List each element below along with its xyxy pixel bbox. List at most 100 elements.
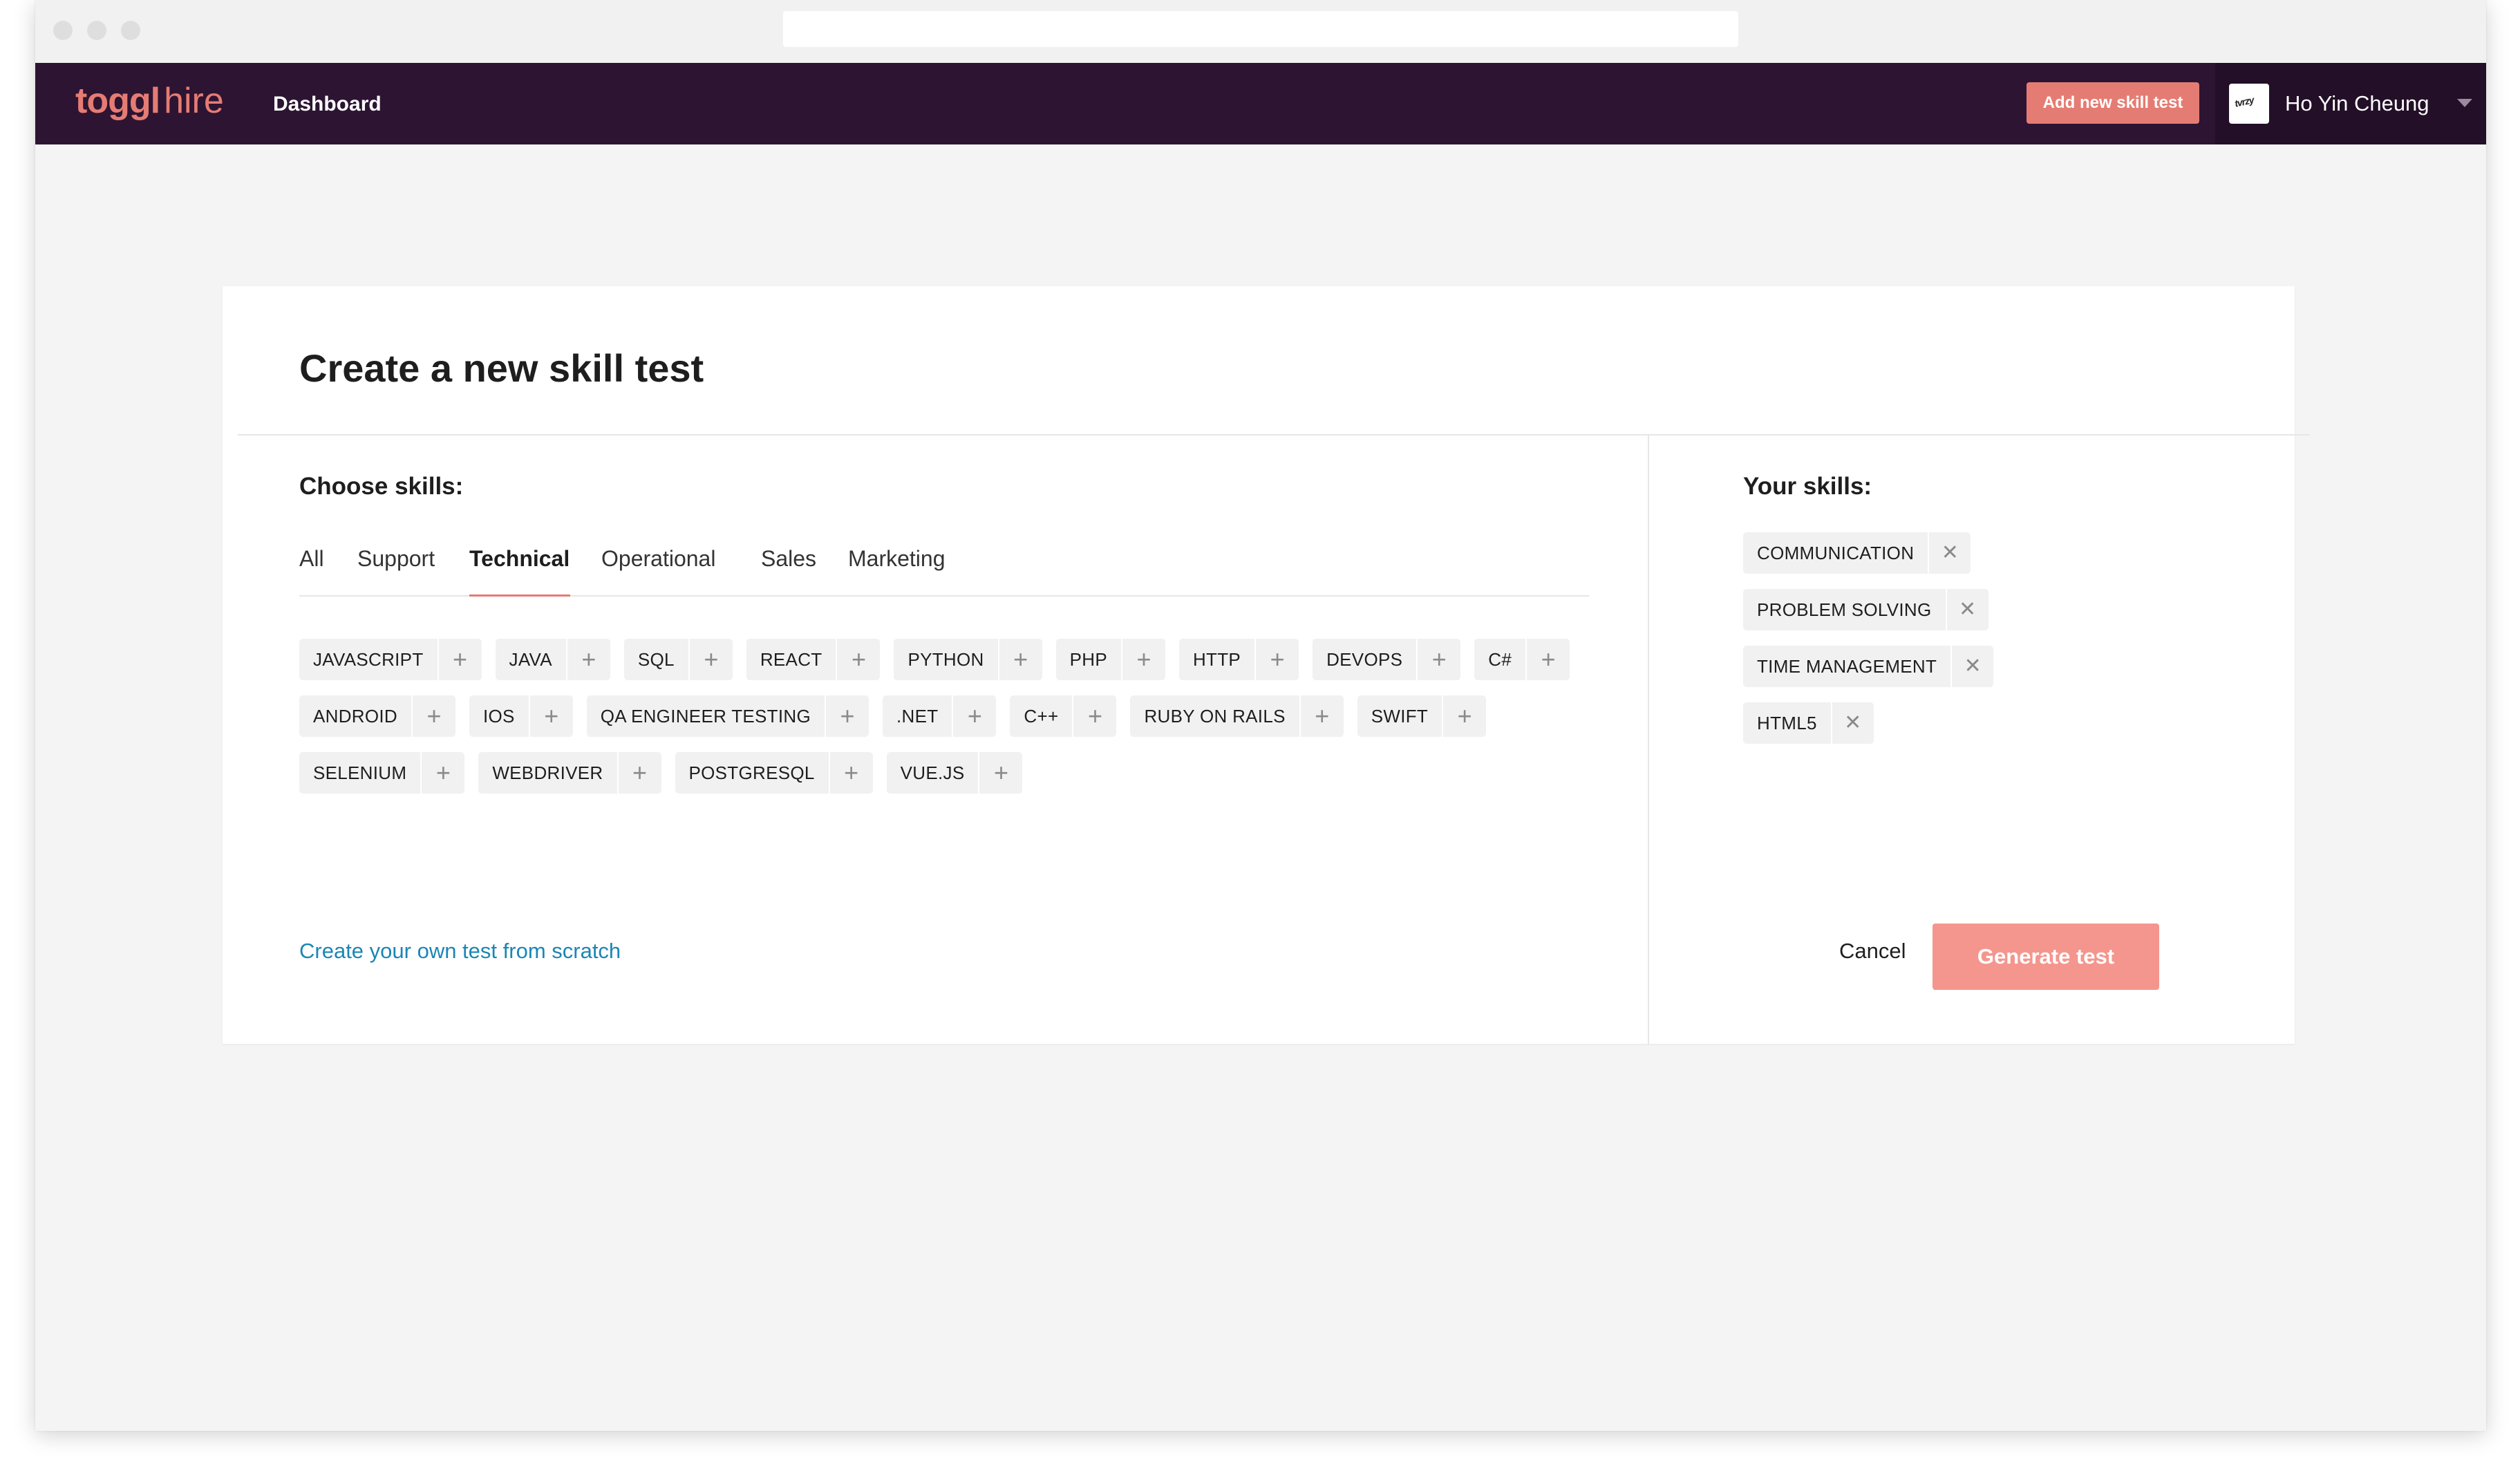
skill-label: SQL (637, 649, 675, 670)
plus-icon[interactable]: + (437, 639, 482, 680)
user-name: Ho Yin Cheung (2285, 91, 2429, 115)
plus-icon[interactable]: + (528, 695, 573, 737)
skill-chip: JAVA + (495, 639, 610, 680)
skill-chip: QA ENGINEER TESTING + (586, 695, 869, 737)
plus-icon[interactable]: + (828, 752, 873, 794)
skill-chip: WEBDRIVER + (478, 752, 661, 794)
plus-icon[interactable]: + (565, 639, 610, 680)
user-menu[interactable]: tvrzy Ho Yin Cheung (2215, 63, 2486, 144)
plus-icon[interactable]: + (1120, 639, 1165, 680)
column-divider (1648, 435, 1649, 1044)
window-minimize-dot[interactable] (87, 21, 106, 40)
tab-marketing[interactable]: Marketing (848, 538, 946, 579)
close-icon[interactable]: ✕ (1928, 532, 1971, 574)
tab-sales[interactable]: Sales (761, 538, 816, 579)
plus-icon[interactable]: + (688, 639, 733, 680)
plus-icon[interactable]: + (1442, 695, 1486, 737)
plus-icon[interactable]: + (1254, 639, 1299, 680)
chevron-down-icon[interactable] (2457, 99, 2472, 107)
skills-row-3: SELENIUM + WEBDRIVER + POSTGRESQL + VUE.JS + (299, 752, 1036, 794)
skill-chip: VUE.JS + (886, 752, 1023, 794)
active-tab-indicator (469, 594, 570, 597)
logo-primary-text: toggl (75, 81, 160, 121)
plus-icon[interactable]: + (978, 752, 1022, 794)
skill-label: DEVOPS (1326, 649, 1403, 670)
selected-skill-chip: HTML5 ✕ (1743, 702, 1874, 744)
skill-label: PROBLEM SOLVING (1757, 599, 1932, 620)
skill-chip: C# + (1474, 639, 1570, 680)
plus-icon[interactable]: + (997, 639, 1042, 680)
selected-skill-chip: PROBLEM SOLVING ✕ (1743, 589, 1988, 630)
selected-skill-chip: COMMUNICATION ✕ (1743, 532, 1971, 574)
skill-chip: POSTGRESQL + (675, 752, 873, 794)
skill-label: HTTP (1192, 649, 1241, 670)
skill-label: VUE.JS (900, 762, 965, 783)
page-title: Create a new skill test (299, 346, 704, 390)
nav-dashboard[interactable]: Dashboard (273, 91, 382, 118)
skill-label: HTML5 (1757, 713, 1817, 733)
create-from-scratch-link[interactable]: Create your own test from scratch (299, 936, 621, 966)
plus-icon[interactable]: + (1525, 639, 1570, 680)
skill-label: C# (1488, 649, 1512, 670)
browser-chrome (35, 0, 2486, 63)
skill-label: REACT (760, 649, 822, 670)
plus-icon[interactable]: + (1299, 695, 1344, 737)
skill-label: .NET (896, 706, 939, 727)
tab-operational[interactable]: Operational (601, 538, 715, 579)
window-close-dot[interactable] (53, 21, 73, 40)
close-icon[interactable]: ✕ (1830, 702, 1874, 744)
generate-test-button[interactable]: Generate test (1933, 924, 2159, 990)
plus-icon[interactable]: + (617, 752, 661, 794)
skill-label: RUBY ON RAILS (1144, 706, 1286, 727)
skill-label: C++ (1024, 706, 1059, 727)
skills-row-1: JAVASCRIPT + JAVA + SQL + REACT + PYTHON + PHP + HTT… (299, 639, 1583, 680)
skill-label: POSTGRESQL (688, 762, 815, 783)
header-divider (238, 434, 2310, 435)
create-skill-test-card: Create a new skill test Choose skills: A… (223, 286, 2310, 1044)
skill-chip: C++ + (1010, 695, 1117, 737)
skill-chip: RUBY ON RAILS + (1130, 695, 1344, 737)
tab-technical[interactable]: Technical (469, 538, 570, 579)
plus-icon[interactable]: + (836, 639, 880, 680)
add-new-skill-test-button[interactable]: Add new skill test (2027, 82, 2199, 124)
plus-icon[interactable]: + (952, 695, 996, 737)
skill-chip: PHP + (1055, 639, 1165, 680)
browser-window: toggl hire Dashboard Add new skill test t… (35, 0, 2486, 1431)
tab-all[interactable]: All (299, 538, 324, 579)
selected-skills-list: COMMUNICATION ✕ PROBLEM SOLVING ✕ TIME MANAG… (1743, 532, 2007, 759)
skill-chip: SWIFT + (1357, 695, 1487, 737)
skill-category-tabs: All Support Technical Operational Sales … (299, 538, 1589, 593)
your-skills-label: Your skills: (1743, 473, 1872, 500)
skill-label: TIME MANAGEMENT (1757, 656, 1937, 677)
plus-icon[interactable]: + (824, 695, 869, 737)
close-icon[interactable]: ✕ (1950, 646, 1993, 687)
skill-chip: HTTP + (1178, 639, 1299, 680)
avatar: tvrzy (2229, 84, 2269, 124)
app-header: toggl hire Dashboard Add new skill test t… (35, 63, 2486, 144)
skill-label: SELENIUM (313, 762, 407, 783)
skill-label: COMMUNICATION (1757, 543, 1915, 563)
skill-label: WEBDRIVER (492, 762, 603, 783)
window-maximize-dot[interactable] (121, 21, 140, 40)
skill-chip: DEVOPS + (1313, 639, 1461, 680)
tabs-divider (299, 594, 1589, 597)
skill-chip: .NET + (882, 695, 997, 737)
plus-icon[interactable]: + (1416, 639, 1460, 680)
tab-support[interactable]: Support (357, 538, 435, 579)
skill-label: ANDROID (313, 706, 397, 727)
close-icon[interactable]: ✕ (1945, 589, 1988, 630)
skill-label: JAVA (509, 649, 552, 670)
logo-secondary-text: hire (164, 81, 224, 121)
plus-icon[interactable]: + (1072, 695, 1116, 737)
toggl-hire-logo[interactable]: toggl hire (75, 77, 224, 125)
skills-row-2: ANDROID + IOS + QA ENGINEER TESTING + .NET + C++… (299, 695, 1500, 737)
skill-chip: ANDROID + (299, 695, 455, 737)
url-bar[interactable] (783, 11, 1738, 47)
skill-chip: SQL + (623, 639, 733, 680)
plus-icon[interactable]: + (411, 695, 455, 737)
cancel-button[interactable]: Cancel (1839, 936, 1906, 966)
skill-label: PYTHON (908, 649, 984, 670)
skill-label: PHP (1069, 649, 1107, 670)
plus-icon[interactable]: + (420, 752, 464, 794)
avatar-text: tvrzy (2233, 94, 2255, 109)
